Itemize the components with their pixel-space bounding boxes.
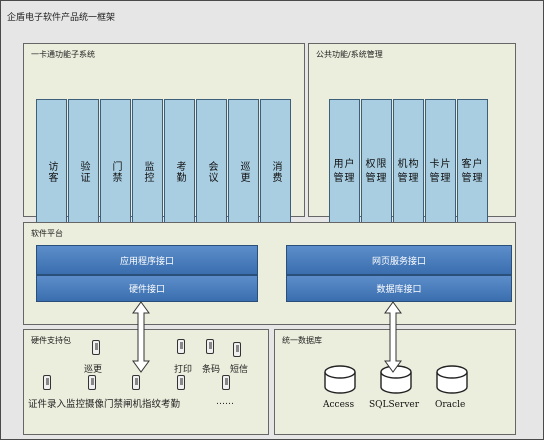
database-link-arrow <box>384 301 402 373</box>
module-label: 会议 <box>206 161 217 183</box>
application-api-bar: 应用程序接口 <box>36 245 258 275</box>
one-card-title: 一卡通功能子系统 <box>31 50 95 59</box>
hw-label-print: 打印 <box>174 365 193 375</box>
device-icon <box>92 340 100 355</box>
module-label: 访客 <box>46 161 57 183</box>
device-icon <box>177 339 185 354</box>
software-platform-title: 软件平台 <box>31 229 63 238</box>
database-api-bar: 数据库接口 <box>286 275 512 302</box>
hw-label-sms: 短信 <box>230 365 249 375</box>
module-label: 消费 <box>270 161 281 183</box>
database-label-sqlserver: SQLServer <box>369 400 420 410</box>
hw-label-row2: 证件录入监控摄像门禁闸机指纹考勤 <box>28 399 181 410</box>
module-label: 验证 <box>78 161 89 183</box>
hw-label-patrol: 巡更 <box>84 365 103 375</box>
device-icon <box>43 375 51 390</box>
hardware-support-title: 硬件支持包 <box>31 336 71 345</box>
page-title: 企盾电子软件产品统一框架 <box>7 13 116 23</box>
software-platform-panel: 软件平台 应用程序接口 硬件接口 网页服务接口 数据库接口 <box>23 222 516 325</box>
module-label: 考勤 <box>174 161 185 183</box>
module-label: 巡更 <box>238 161 249 183</box>
module-label: 机构管理 <box>397 159 420 184</box>
hw-label-barcode: 条码 <box>202 365 221 375</box>
hardware-api-bar: 硬件接口 <box>36 275 258 302</box>
database-label-oracle: Oracle <box>435 400 466 410</box>
device-icon <box>222 375 230 390</box>
hardware-link-arrow <box>132 301 150 373</box>
device-icon <box>206 339 214 354</box>
module-label: 监控 <box>142 161 153 183</box>
module-label: 客户管理 <box>461 159 484 184</box>
public-functions-title: 公共功能/系统管理 <box>316 50 383 59</box>
hw-label-more: …… <box>216 397 234 407</box>
module-label: 门禁 <box>110 161 121 183</box>
module-label: 卡片管理 <box>429 159 452 184</box>
device-icon <box>177 375 185 390</box>
module-label: 权限管理 <box>365 159 388 184</box>
unified-database-title: 统一数据库 <box>282 336 322 345</box>
device-icon <box>233 342 241 357</box>
device-icon <box>132 375 140 390</box>
module-label: 用户管理 <box>333 159 356 184</box>
device-icon <box>88 375 96 390</box>
framework-canvas: 企盾电子软件产品统一框架 一卡通功能子系统 访客 验证 门禁 监控 考勤 会议 … <box>0 0 544 440</box>
web-service-api-bar: 网页服务接口 <box>286 245 512 275</box>
public-functions-panel: 公共功能/系统管理 用户管理 权限管理 机构管理 卡片管理 客户管理 <box>308 43 516 245</box>
database-cylinder-icon <box>436 365 468 394</box>
database-label-access: Access <box>323 400 355 410</box>
database-cylinder-icon <box>324 365 356 394</box>
one-card-panel: 一卡通功能子系统 访客 验证 门禁 监控 考勤 会议 巡更 消费 <box>23 43 305 245</box>
